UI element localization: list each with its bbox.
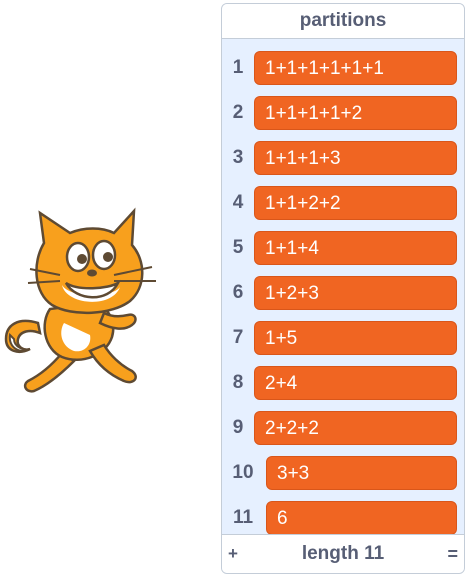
item-value[interactable]: 1+1+4 bbox=[254, 231, 457, 265]
item-index: 9 bbox=[232, 417, 244, 438]
item-value[interactable]: 2+4 bbox=[254, 366, 457, 400]
item-index: 5 bbox=[232, 237, 244, 258]
list-item[interactable]: 1 1+1+1+1+1+1 bbox=[222, 50, 464, 95]
stage: partitions 1 1+1+1+1+1+1 2 1+1+1+1+2 3 1… bbox=[0, 0, 469, 577]
item-value[interactable]: 1+5 bbox=[254, 321, 457, 355]
list-item[interactable]: 10 3+3 bbox=[222, 455, 464, 500]
item-value[interactable]: 1+1+1+1+2 bbox=[254, 96, 457, 130]
item-index: 2 bbox=[232, 102, 244, 123]
item-index: 4 bbox=[232, 192, 244, 213]
item-value[interactable]: 6 bbox=[266, 501, 457, 535]
item-index: 1 bbox=[232, 57, 244, 78]
item-value[interactable]: 1+1+1+3 bbox=[254, 141, 457, 175]
item-index: 6 bbox=[232, 282, 244, 303]
item-value[interactable]: 3+3 bbox=[266, 456, 457, 490]
list-item[interactable]: 3 1+1+1+3 bbox=[222, 140, 464, 185]
list-item[interactable]: 7 1+5 bbox=[222, 320, 464, 365]
list-item[interactable]: 8 2+4 bbox=[222, 365, 464, 410]
list-item[interactable]: 6 1+2+3 bbox=[222, 275, 464, 320]
list-items[interactable]: 1 1+1+1+1+1+1 2 1+1+1+1+2 3 1+1+1+3 4 1+… bbox=[222, 39, 464, 535]
list-item[interactable]: 4 1+1+2+2 bbox=[222, 185, 464, 230]
list-monitor[interactable]: partitions 1 1+1+1+1+1+1 2 1+1+1+1+2 3 1… bbox=[221, 3, 465, 574]
item-index: 3 bbox=[232, 147, 244, 168]
scratch-cat-icon[interactable] bbox=[0, 205, 180, 395]
resize-handle[interactable]: = bbox=[447, 535, 458, 573]
item-index: 10 bbox=[232, 462, 254, 483]
item-index: 11 bbox=[232, 507, 254, 528]
list-title: partitions bbox=[222, 4, 464, 39]
item-index: 8 bbox=[232, 372, 244, 393]
item-value[interactable]: 1+2+3 bbox=[254, 276, 457, 310]
list-item[interactable]: 9 2+2+2 bbox=[222, 410, 464, 455]
item-index: 7 bbox=[232, 327, 244, 348]
list-item[interactable]: 5 1+1+4 bbox=[222, 230, 464, 275]
list-item[interactable]: 2 1+1+1+1+2 bbox=[222, 95, 464, 140]
list-length: length 11 bbox=[301, 543, 385, 564]
item-value[interactable]: 1+1+1+1+1+1 bbox=[254, 51, 457, 85]
item-value[interactable]: 1+1+2+2 bbox=[254, 186, 457, 220]
list-footer: + length 11 = bbox=[222, 534, 464, 573]
item-value[interactable]: 2+2+2 bbox=[254, 411, 457, 445]
